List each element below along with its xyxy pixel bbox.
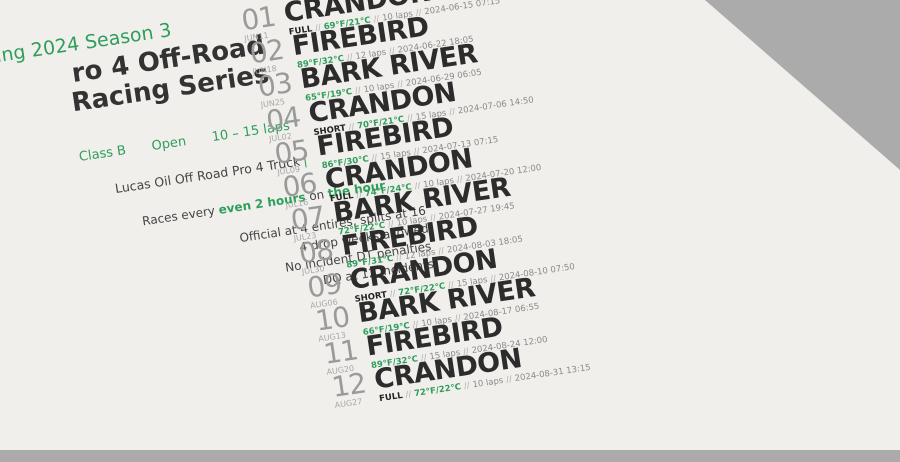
car-label: Lucas Oil Off Road Pro 4 Truck — [114, 153, 302, 196]
race-row: 10 AUG13 BARK RIVER 66°F/19°C//10 laps//202… — [313, 272, 540, 352]
setup-tag: Open — [150, 134, 188, 155]
race-start-time: 2024-08-31 13:15 — [514, 362, 592, 385]
race-start-time: 2024-06-15 07:15 — [423, 0, 501, 18]
race-row: 12 AUG27 CRANDON FULL//72°F/22°C//10 laps//… — [330, 343, 592, 419]
separator: // — [463, 381, 471, 392]
race-row: 03 JUN25 BARK RIVER 65°F/19°C//10 laps//202… — [256, 39, 483, 118]
separator: // — [505, 374, 513, 386]
separator: // — [404, 389, 413, 401]
schedule-sheet: ing 2024 Season 3 ro 4 Off-Road Racing S… — [0, 0, 900, 450]
race-row: 11 AUG20 FIREBIRD 89°F/32°C//15 laps//2024-… — [322, 312, 549, 385]
race-start-time: 2024-07-06 14:50 — [457, 94, 535, 117]
race-row: 09 AUG06 CRANDON SHORT//72°F/22°C//15 laps/… — [305, 243, 575, 318]
frequency-prefix: Races every — [141, 203, 216, 229]
class-tag: Class B — [78, 143, 128, 165]
track-config: FULL — [378, 391, 404, 405]
